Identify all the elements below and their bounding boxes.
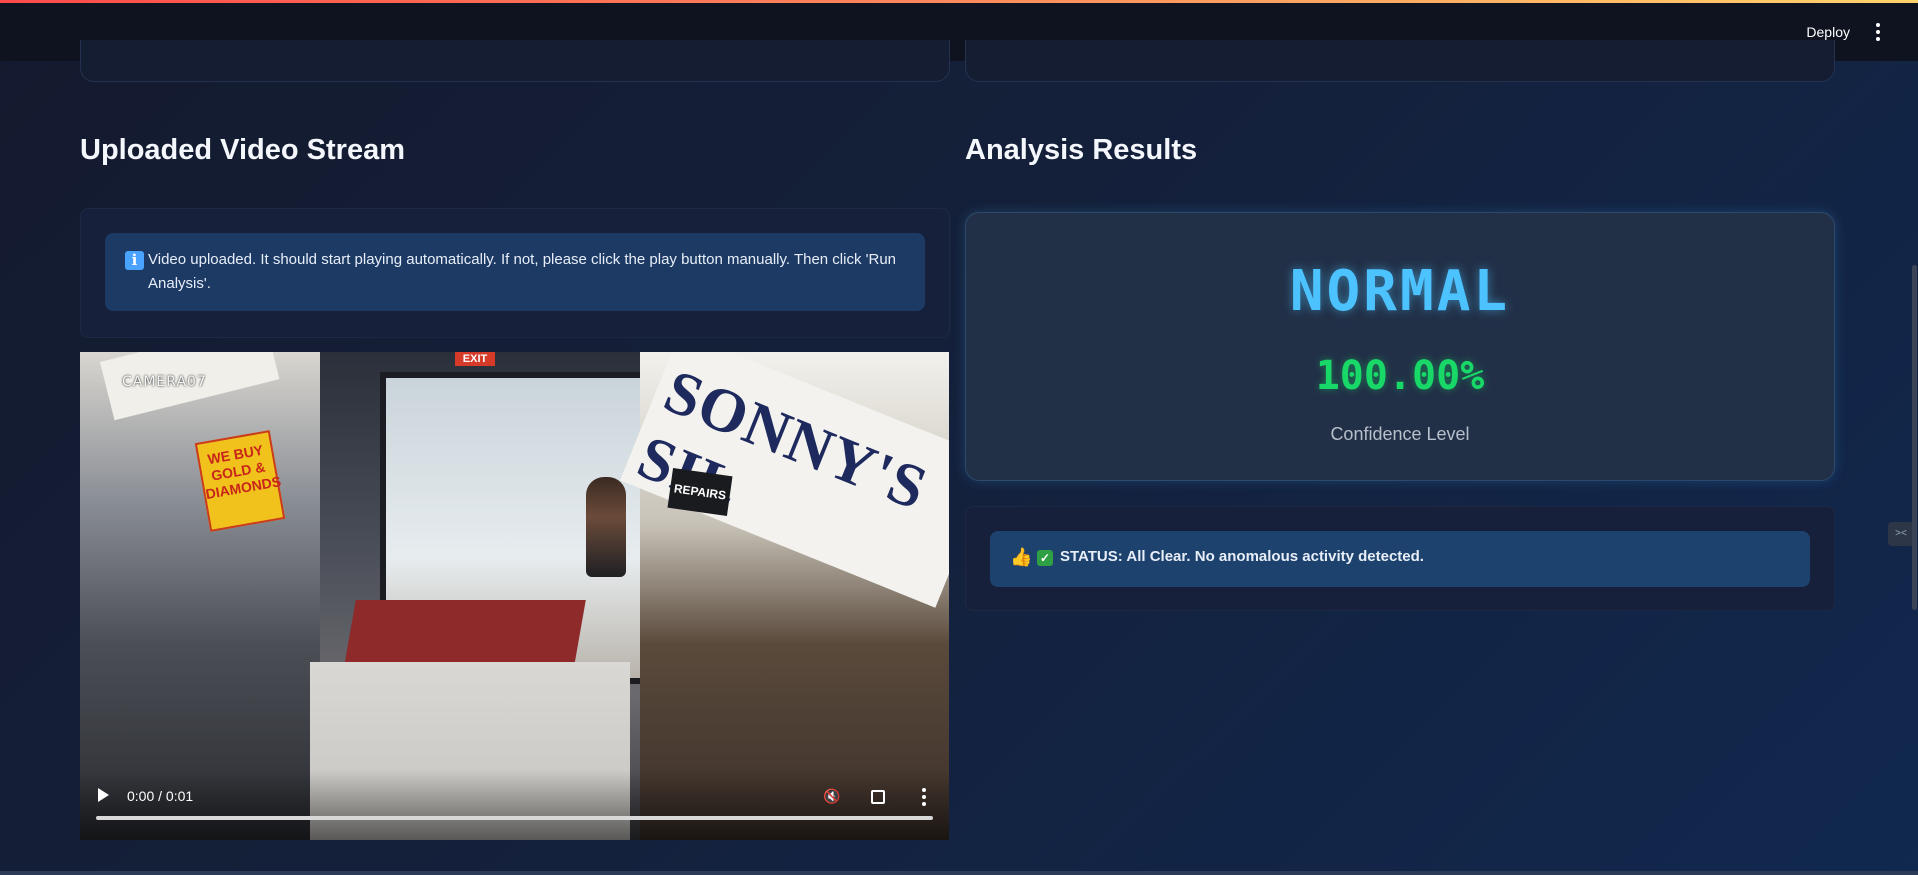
thumbs-up-icon: 👍	[1010, 547, 1033, 567]
camera-label: CAMERA07	[122, 374, 207, 390]
video-controls-shade	[80, 770, 949, 840]
scrollbar-thumb[interactable]	[1912, 265, 1917, 610]
result-card: NORMAL 100.00% Confidence Level	[965, 212, 1835, 481]
video-more-icon[interactable]	[921, 788, 927, 806]
play-icon[interactable]	[98, 788, 109, 802]
video-scene-left-wall	[80, 352, 320, 840]
previous-panel-right	[965, 40, 1835, 82]
fullscreen-icon[interactable]	[871, 790, 885, 804]
video-player[interactable]: WE BUY GOLD & DIAMONDS EXIT SONNY'S SIL …	[80, 352, 949, 840]
status-alert: 👍 ✓ STATUS: All Clear. No anomalous acti…	[990, 531, 1810, 587]
info-message: Video uploaded. It should start playing …	[148, 251, 897, 292]
uploaded-video-title: Uploaded Video Stream	[80, 134, 405, 166]
video-scene-repairs-sign: REPAIRS	[667, 468, 733, 516]
previous-panel-left	[80, 40, 950, 82]
video-scene-gold-sign: WE BUY GOLD & DIAMONDS	[194, 430, 286, 532]
info-panel: i Video uploaded. It should start playin…	[80, 208, 950, 338]
video-scene-red-mat	[344, 600, 586, 666]
mute-icon[interactable]: 🔇	[823, 788, 840, 804]
video-scene-exit-sign: EXIT	[455, 352, 495, 366]
classification-label: NORMAL	[1289, 259, 1511, 324]
bottom-divider	[0, 871, 1918, 875]
status-panel: 👍 ✓ STATUS: All Clear. No anomalous acti…	[965, 506, 1835, 611]
analysis-results-title: Analysis Results	[965, 134, 1198, 166]
info-alert: i Video uploaded. It should start playin…	[105, 233, 925, 311]
video-progress-bar[interactable]	[96, 816, 933, 820]
info-icon: i	[125, 251, 144, 270]
confidence-value: 100.00%	[1315, 353, 1485, 399]
confidence-label: Confidence Level	[1330, 424, 1470, 444]
kebab-menu-icon[interactable]	[1868, 19, 1888, 45]
status-message: STATUS: All Clear. No anomalous activity…	[1060, 548, 1424, 565]
video-time: 0:00 / 0:01	[127, 788, 194, 804]
check-icon: ✓	[1037, 550, 1053, 566]
sidebar-expand-icon[interactable]: ><	[1888, 522, 1914, 546]
video-scene-person	[586, 477, 626, 577]
